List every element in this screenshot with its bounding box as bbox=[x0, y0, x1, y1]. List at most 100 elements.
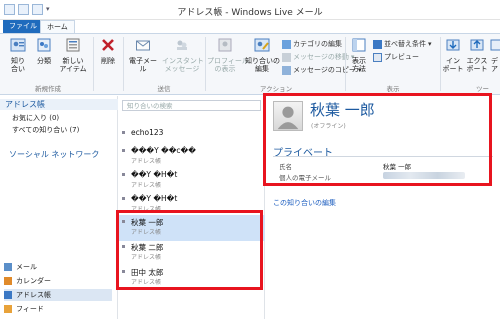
contact-source: アドレス帳 bbox=[131, 158, 162, 165]
sort-label: 並べ替え条件 bbox=[384, 40, 426, 48]
copy-message-label: メッセージのコピー bbox=[293, 66, 356, 74]
move-message-button[interactable]: メッセージの移動 ▾ bbox=[282, 52, 354, 62]
export-button[interactable]: エクス ポート bbox=[466, 37, 488, 73]
contact-card-icon bbox=[10, 38, 26, 52]
profile-icon bbox=[218, 38, 232, 52]
category-edit-icon bbox=[282, 39, 291, 49]
chevron-down-icon: ▾ bbox=[428, 40, 432, 48]
favorites-link[interactable]: お気に入り (0) bbox=[12, 113, 59, 123]
export-icon bbox=[470, 39, 484, 51]
person-icon bbox=[277, 106, 299, 130]
contact-detail-pane: 秋葉 一郎 (オフライン) プライベート 氏名 秋葉 一郎 個人の電子メール こ… bbox=[265, 96, 500, 319]
category-button[interactable]: 分類 bbox=[33, 37, 55, 65]
import-label: イン ポート bbox=[442, 57, 464, 73]
tools-partial-label: デ ア bbox=[491, 57, 498, 73]
calendar-icon bbox=[4, 277, 12, 285]
bullet-icon bbox=[122, 197, 125, 200]
group-send-label: 送信 bbox=[157, 85, 171, 93]
list-item-selected[interactable]: 秋葉 一郎 アドレス帳 bbox=[118, 215, 265, 241]
group-view-label: 表示 bbox=[386, 85, 400, 93]
bullet-icon bbox=[122, 131, 125, 134]
delete-button[interactable]: 削除 bbox=[97, 37, 119, 65]
nav-calendar-label: カレンダー bbox=[16, 277, 51, 285]
display-method-button[interactable]: 表示 方法 bbox=[348, 37, 370, 73]
instant-message-button[interactable]: インスタント メッセージ bbox=[162, 37, 204, 73]
new-contact-button[interactable]: 知り 合い bbox=[6, 37, 30, 73]
nav-mail-label: メール bbox=[16, 263, 37, 271]
contact-source: アドレス帳 bbox=[131, 254, 162, 261]
sort-button[interactable]: 並べ替え条件 ▾ bbox=[373, 39, 432, 49]
new-item-button[interactable]: 新しい アイテム bbox=[58, 37, 88, 73]
messenger-icon bbox=[177, 40, 187, 50]
move-message-label: メッセージの移動 bbox=[293, 53, 349, 61]
nav-mail[interactable]: メール bbox=[4, 261, 112, 273]
edit-category-label: カテゴリの編集 bbox=[293, 40, 342, 48]
edit-contact-icon bbox=[254, 38, 270, 52]
copy-icon bbox=[282, 65, 291, 75]
edit-contact-link[interactable]: この知り合いの編集 bbox=[273, 198, 336, 208]
import-icon bbox=[446, 39, 460, 51]
contact-list-pane: echo123 ���Y ��c�� アドレス帳 ��Y �H�t アドレス帳 … bbox=[118, 96, 265, 319]
list-item[interactable]: 秋葉 二郎 アドレス帳 bbox=[118, 240, 265, 266]
address-book-header[interactable]: アドレス帳 bbox=[0, 99, 118, 110]
group-separator bbox=[440, 37, 441, 91]
instant-message-label: インスタント メッセージ bbox=[162, 57, 204, 73]
edit-category-button[interactable]: カテゴリの編集 bbox=[282, 39, 342, 49]
edit-contact-button[interactable]: 知り合いの 編集 bbox=[245, 37, 280, 73]
layout-icon bbox=[352, 38, 366, 52]
section-divider bbox=[273, 156, 493, 157]
new-item-icon bbox=[66, 38, 80, 52]
feed-icon bbox=[4, 305, 12, 313]
name-field-value: 秋葉 一郎 bbox=[383, 163, 412, 171]
list-item[interactable]: ��Y �H�t アドレス帳 bbox=[118, 168, 265, 194]
move-icon bbox=[282, 52, 291, 62]
email-field-label: 個人の電子メール bbox=[279, 174, 331, 182]
preview-label: プレビュー bbox=[384, 53, 419, 61]
contact-detail-name: 秋葉 一郎 bbox=[310, 101, 375, 119]
contact-name: ��Y �H�t bbox=[131, 194, 178, 203]
contact-source: アドレス帳 bbox=[131, 182, 162, 189]
tools-partial-button[interactable]: デ ア bbox=[489, 37, 500, 73]
bullet-icon bbox=[122, 245, 125, 248]
preview-button[interactable]: プレビュー bbox=[373, 52, 419, 62]
contact-source: アドレス帳 bbox=[131, 279, 162, 286]
contact-source: アドレス帳 bbox=[131, 206, 162, 213]
group-separator bbox=[345, 37, 346, 91]
nav-address-book[interactable]: アドレス帳 bbox=[4, 289, 112, 301]
display-method-label: 表示 方法 bbox=[352, 57, 366, 73]
preview-icon bbox=[373, 52, 382, 62]
email-button[interactable]: 電子メール bbox=[126, 37, 160, 73]
avatar bbox=[273, 101, 303, 131]
left-pane: アドレス帳 お気に入り (0) すべての知り合い (7) ソーシャル ネットワー… bbox=[0, 96, 118, 319]
group-tools-label: ツー bbox=[476, 85, 489, 93]
import-button[interactable]: イン ポート bbox=[442, 37, 464, 73]
edit-contact-label: 知り合いの 編集 bbox=[245, 57, 280, 73]
group-separator bbox=[123, 37, 124, 91]
name-field-label: 氏名 bbox=[279, 163, 292, 171]
nav-address-book-label: アドレス帳 bbox=[16, 291, 51, 299]
nav-feeds[interactable]: フィード bbox=[4, 303, 112, 315]
mail-icon bbox=[4, 263, 12, 271]
group-separator bbox=[205, 37, 206, 91]
social-network-link[interactable]: ソーシャル ネットワーク bbox=[9, 149, 99, 160]
group-action-label: アクション bbox=[259, 85, 293, 93]
category-icon bbox=[37, 38, 51, 52]
all-contacts-link[interactable]: すべての知り合い (7) bbox=[12, 125, 79, 135]
bullet-icon bbox=[122, 173, 125, 176]
nav-calendar[interactable]: カレンダー bbox=[4, 275, 112, 287]
list-item[interactable]: ���Y ��c�� アドレス帳 bbox=[118, 144, 265, 170]
bullet-icon bbox=[122, 220, 125, 223]
list-item[interactable]: 田中 太郎 アドレス帳 bbox=[118, 265, 265, 291]
contact-search-input[interactable] bbox=[122, 100, 261, 111]
email-label: 電子メール bbox=[129, 57, 157, 73]
ribbon-tabs: ファイル ホーム bbox=[0, 20, 500, 33]
tab-file[interactable]: ファイル bbox=[3, 20, 43, 33]
window-title: アドレス帳 - Windows Live メール bbox=[177, 8, 323, 18]
tab-home[interactable]: ホーム bbox=[40, 20, 75, 33]
email-field-value-redacted bbox=[383, 172, 465, 179]
delete-label: 削除 bbox=[101, 57, 115, 65]
view-profile-button[interactable]: プロフィール の表示 bbox=[207, 37, 249, 73]
view-profile-label: プロフィール の表示 bbox=[207, 57, 249, 73]
address-book-icon bbox=[4, 291, 12, 299]
export-label: エクス ポート bbox=[466, 57, 488, 73]
